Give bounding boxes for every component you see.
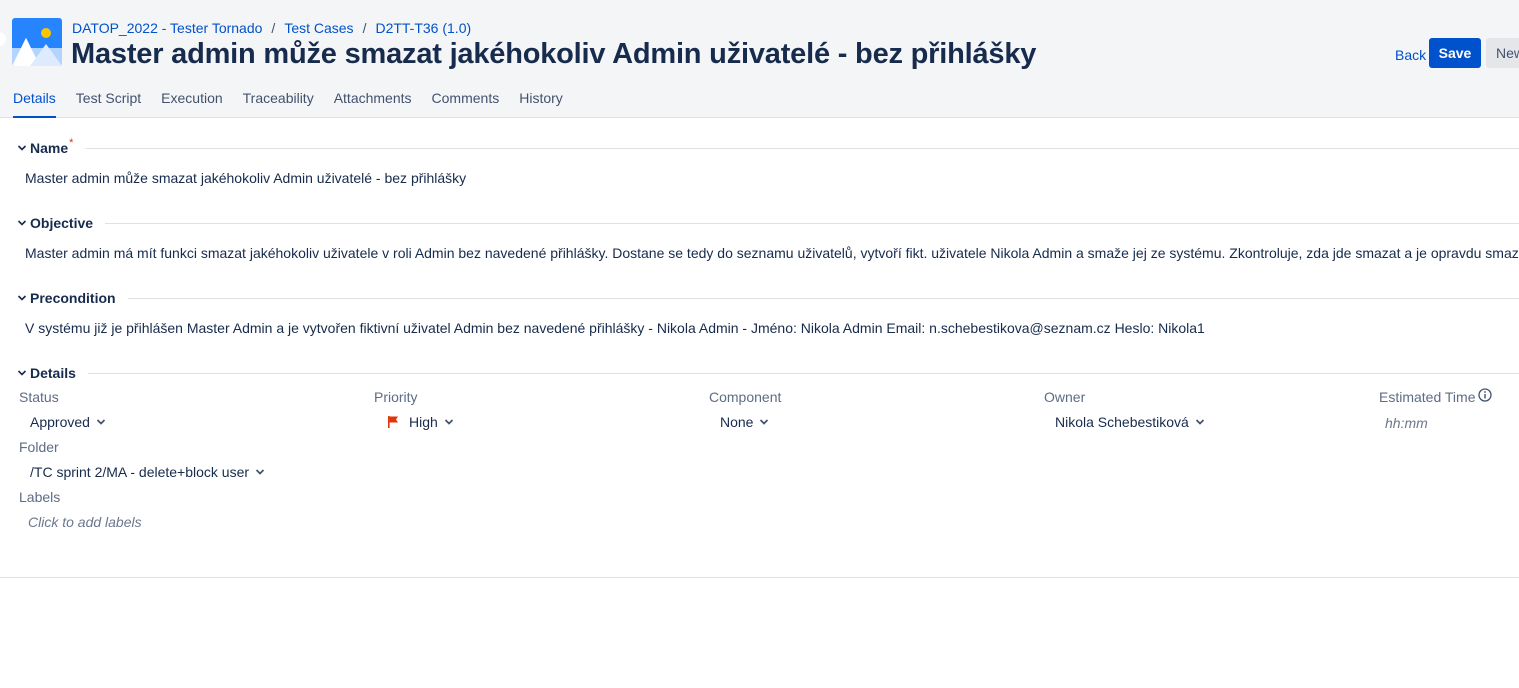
- objective-section-title: Objective: [30, 215, 94, 231]
- tab-attachments[interactable]: Attachments: [334, 90, 412, 116]
- chevron-down-icon: [17, 145, 27, 151]
- chevron-down-icon: [17, 220, 27, 226]
- precondition-value[interactable]: V systému již je přihlášen Master Admin …: [25, 320, 1205, 336]
- section-divider: [105, 222, 1519, 224]
- chevron-down-icon: [17, 295, 27, 301]
- owner-select[interactable]: Nikola Schebestiková: [1055, 414, 1205, 430]
- chevron-down-icon: [96, 419, 106, 425]
- estimated-time-input[interactable]: hh:mm: [1385, 415, 1428, 431]
- project-avatar[interactable]: [12, 18, 62, 66]
- sidebar-collapse-handle[interactable]: [0, 32, 6, 46]
- details-section-header[interactable]: Details: [17, 364, 1519, 382]
- folder-label: Folder: [19, 439, 59, 455]
- breadcrumb-test-cases-link[interactable]: Test Cases: [284, 20, 353, 36]
- tab-bar: Details Test Script Execution Traceabili…: [13, 90, 583, 118]
- page-header: DATOP_2022 - Tester Tornado / Test Cases / D…: [0, 0, 1519, 118]
- breadcrumb-project-link[interactable]: DATOP_2022 - Tester Tornado: [72, 20, 262, 36]
- status-select[interactable]: Approved: [30, 414, 106, 430]
- priority-label: Priority: [374, 389, 418, 405]
- back-button[interactable]: Back: [1389, 42, 1432, 68]
- owner-label: Owner: [1044, 389, 1086, 405]
- component-label: Component: [709, 389, 782, 405]
- breadcrumb-key-link[interactable]: D2TT-T36 (1.0): [375, 20, 471, 36]
- flag-icon: [388, 416, 398, 428]
- section-divider: [85, 147, 1519, 149]
- labels-label: Labels: [19, 489, 61, 505]
- priority-value: High: [409, 414, 438, 430]
- section-divider: [87, 372, 1519, 374]
- chevron-down-icon: [17, 370, 27, 376]
- required-marker: *: [69, 137, 74, 149]
- chevron-down-icon: [760, 419, 769, 425]
- content-divider: [0, 577, 1519, 578]
- owner-value: Nikola Schebestiková: [1055, 414, 1189, 430]
- page-title: Master admin může smazat jakéhokoliv Adm…: [71, 38, 1037, 70]
- status-label: Status: [19, 389, 59, 405]
- chevron-down-icon: [1195, 419, 1204, 425]
- tab-traceability[interactable]: Traceability: [243, 90, 314, 116]
- tab-test-script[interactable]: Test Script: [76, 90, 141, 116]
- component-select[interactable]: None: [720, 414, 769, 430]
- breadcrumb: DATOP_2022 - Tester Tornado / Test Cases / D…: [72, 20, 471, 36]
- precondition-section-title: Precondition: [30, 290, 116, 306]
- status-value: Approved: [30, 414, 90, 430]
- chevron-down-icon: [255, 469, 265, 475]
- new-button[interactable]: New: [1486, 38, 1519, 68]
- objective-value[interactable]: Master admin má mít funkci smazat jakého…: [25, 245, 1519, 261]
- info-icon[interactable]: [1478, 388, 1492, 402]
- precondition-section-header[interactable]: Precondition: [17, 289, 1519, 307]
- name-section-header[interactable]: Name *: [17, 137, 1519, 157]
- component-value: None: [720, 414, 754, 430]
- details-section-title: Details: [30, 365, 76, 381]
- folder-select[interactable]: /TC sprint 2/MA - delete+block user: [30, 464, 265, 480]
- labels-input[interactable]: Click to add labels: [28, 514, 142, 530]
- name-value[interactable]: Master admin může smazat jakéhokoliv Adm…: [25, 170, 466, 186]
- name-section-title: Name: [30, 140, 69, 156]
- section-divider: [127, 297, 1519, 299]
- tab-details[interactable]: Details: [13, 90, 56, 118]
- breadcrumb-separator: /: [362, 20, 367, 36]
- estimated-time-label: Estimated Time: [1379, 389, 1476, 405]
- folder-value: /TC sprint 2/MA - delete+block user: [30, 464, 250, 480]
- save-button[interactable]: Save: [1429, 38, 1481, 68]
- objective-section-header[interactable]: Objective: [17, 214, 1519, 232]
- chevron-down-icon: [444, 419, 453, 425]
- breadcrumb-separator: /: [271, 20, 276, 36]
- priority-select[interactable]: High: [386, 414, 454, 430]
- tab-execution[interactable]: Execution: [161, 90, 222, 116]
- tab-history[interactable]: History: [519, 90, 563, 116]
- tab-comments[interactable]: Comments: [432, 90, 500, 116]
